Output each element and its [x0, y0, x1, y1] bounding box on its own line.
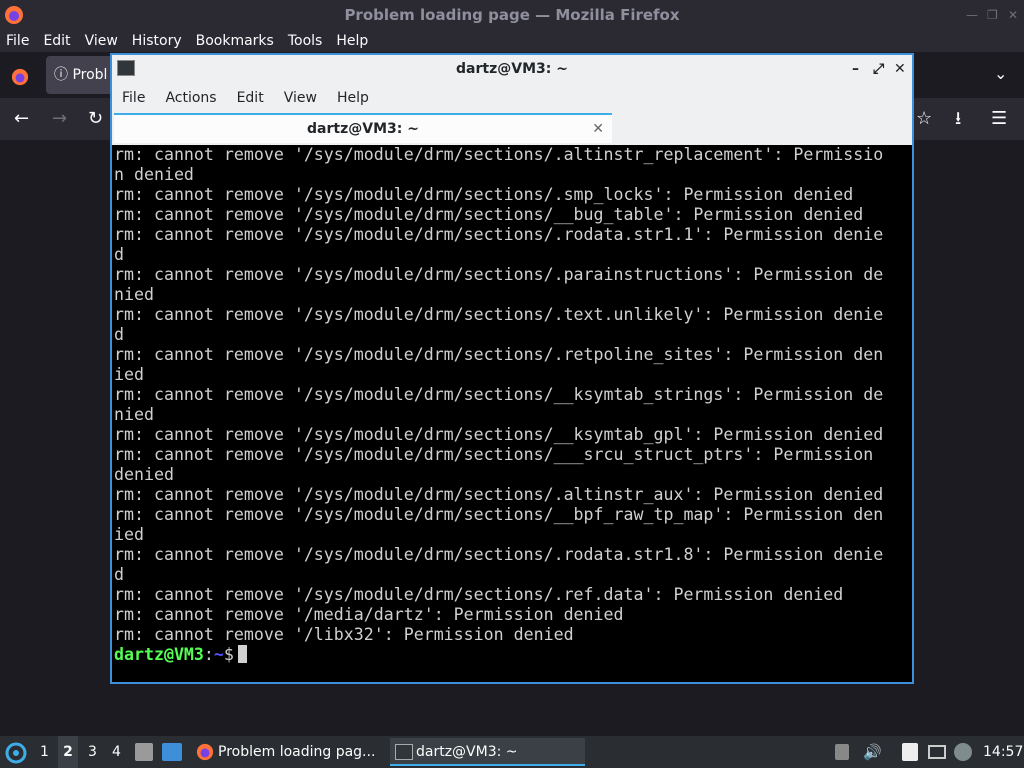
app-menu-icon[interactable]: ☰	[991, 98, 1007, 140]
downloads-icon[interactable]: ⭳	[955, 98, 961, 140]
clock[interactable]: 14:57	[983, 736, 1023, 768]
terminal-tab-label: dartz@VM3: ~	[307, 121, 419, 137]
term-menu-edit[interactable]: Edit	[227, 90, 274, 106]
firefox-titlebar: Problem loading page — Mozilla Firefox —…	[0, 0, 1024, 30]
terminal-maximize-icon[interactable]: ⤢	[873, 55, 884, 83]
output-line: rm: cannot remove '/sys/module/drm/secti…	[114, 185, 854, 204]
terminal-tabbar: dartz@VM3: ~ ✕	[112, 113, 912, 145]
taskbar-window-label: Problem loading pag...	[218, 744, 376, 760]
reload-icon[interactable]: ↻	[88, 98, 103, 140]
output-line: rm: cannot remove '/sys/module/drm/secti…	[114, 585, 844, 604]
maximize-icon[interactable]: ❐	[987, 8, 998, 22]
output-line: rm: cannot remove '/sys/module/drm/secti…	[114, 545, 884, 564]
output-line: ied	[114, 365, 144, 384]
file-manager-icon[interactable]	[135, 743, 153, 761]
output-line: rm: cannot remove '/sys/module/drm/secti…	[114, 385, 884, 404]
term-menu-file[interactable]: File	[112, 90, 155, 106]
output-line: rm: cannot remove '/sys/module/drm/secti…	[114, 225, 884, 244]
menu-edit[interactable]: Edit	[37, 33, 78, 49]
output-line: rm: cannot remove '/sys/module/drm/secti…	[114, 485, 884, 504]
bookmark-star-icon[interactable]: ☆	[916, 98, 932, 140]
output-line: nied	[114, 405, 154, 424]
output-line: nied	[114, 285, 154, 304]
output-line: rm: cannot remove '/sys/module/drm/secti…	[114, 425, 884, 444]
volume-icon[interactable]: 🔊	[863, 736, 882, 768]
output-line: rm: cannot remove '/media/dartz': Permis…	[114, 605, 624, 624]
text-cursor	[237, 645, 247, 663]
menu-tools[interactable]: Tools	[282, 33, 331, 49]
updates-icon[interactable]	[954, 743, 972, 761]
taskbar-terminal-window[interactable]: dartz@VM3: ~	[390, 738, 585, 766]
show-desktop-icon[interactable]	[162, 743, 182, 761]
terminal-tab[interactable]: dartz@VM3: ~ ✕	[114, 113, 612, 143]
terminal-title: dartz@VM3: ~	[456, 61, 568, 77]
taskbar: 1 2 3 4 Problem loading pag... dartz@VM3…	[0, 736, 1024, 768]
terminal-output[interactable]: rm: cannot remove '/sys/module/drm/secti…	[114, 145, 910, 680]
tab-close-icon[interactable]: ✕	[592, 115, 604, 143]
network-icon[interactable]	[928, 745, 946, 759]
output-line: rm: cannot remove '/sys/module/drm/secti…	[114, 305, 884, 324]
output-line: rm: cannot remove '/sys/module/drm/secti…	[114, 505, 884, 524]
list-tabs-chevron-icon[interactable]: ⌄	[994, 64, 1007, 83]
output-line: rm: cannot remove '/sys/module/drm/secti…	[114, 345, 884, 364]
terminal-menubar: File Actions Edit View Help	[112, 83, 912, 113]
app-launcher-icon[interactable]	[5, 742, 27, 764]
firefox-icon	[196, 743, 214, 761]
workspace-4[interactable]: 4	[112, 736, 121, 768]
output-line: d	[114, 325, 124, 344]
prompt-user: dartz@VM3	[114, 645, 204, 664]
forward-icon[interactable]: →	[52, 98, 67, 140]
terminal-icon	[395, 744, 413, 760]
notes-icon[interactable]	[902, 743, 918, 761]
prompt-symbol: $	[223, 645, 234, 664]
minimize-icon[interactable]: —	[966, 8, 978, 22]
prompt-line[interactable]: dartz@VM3:~$	[114, 645, 910, 665]
output-line: rm: cannot remove '/sys/module/drm/secti…	[114, 145, 884, 164]
prompt-path: ~	[213, 645, 224, 664]
workspace-1[interactable]: 1	[40, 736, 49, 768]
taskbar-firefox-window[interactable]: Problem loading pag...	[192, 738, 382, 766]
terminal-close-icon[interactable]: ✕	[894, 55, 906, 83]
output-line: d	[114, 245, 124, 264]
term-menu-actions[interactable]: Actions	[155, 90, 226, 106]
menu-view[interactable]: View	[79, 33, 126, 49]
term-menu-help[interactable]: Help	[327, 90, 379, 106]
window-title: Problem loading page — Mozilla Firefox	[344, 6, 680, 24]
info-icon: ⓘ	[54, 67, 68, 83]
workspace-3[interactable]: 3	[88, 736, 97, 768]
terminal-window: dartz@VM3: ~ – ⤢ ✕ File Actions Edit Vie…	[110, 53, 914, 684]
output-line: rm: cannot remove '/sys/module/drm/secti…	[114, 265, 884, 284]
output-line: rm: cannot remove '/sys/module/drm/secti…	[114, 205, 864, 224]
tab-title: Probl	[72, 67, 108, 83]
output-line: rm: cannot remove '/libx32': Permission …	[114, 625, 574, 644]
menu-history[interactable]: History	[126, 33, 190, 49]
prompt-separator: :	[203, 645, 214, 664]
clipboard-icon[interactable]	[835, 744, 849, 760]
terminal-minimize-icon[interactable]: –	[852, 55, 859, 83]
back-icon[interactable]: ←	[14, 98, 29, 140]
output-line: rm: cannot remove '/sys/module/drm/secti…	[114, 445, 874, 464]
workspace-2[interactable]: 2	[58, 736, 78, 768]
close-icon[interactable]: ✕	[1008, 8, 1018, 22]
output-line: denied	[114, 465, 174, 484]
output-line: ied	[114, 525, 144, 544]
taskbar-window-label: dartz@VM3: ~	[416, 744, 518, 760]
firefox-menubar: File Edit View History Bookmarks Tools H…	[0, 30, 1024, 52]
firefox-view-icon[interactable]	[11, 68, 29, 86]
terminal-titlebar: dartz@VM3: ~ – ⤢ ✕	[112, 55, 912, 83]
output-line: n denied	[114, 165, 194, 184]
term-menu-view[interactable]: View	[274, 90, 327, 106]
menu-file[interactable]: File	[0, 33, 37, 49]
menu-help[interactable]: Help	[330, 33, 376, 49]
output-line: d	[114, 565, 124, 584]
menu-bookmarks[interactable]: Bookmarks	[190, 33, 282, 49]
